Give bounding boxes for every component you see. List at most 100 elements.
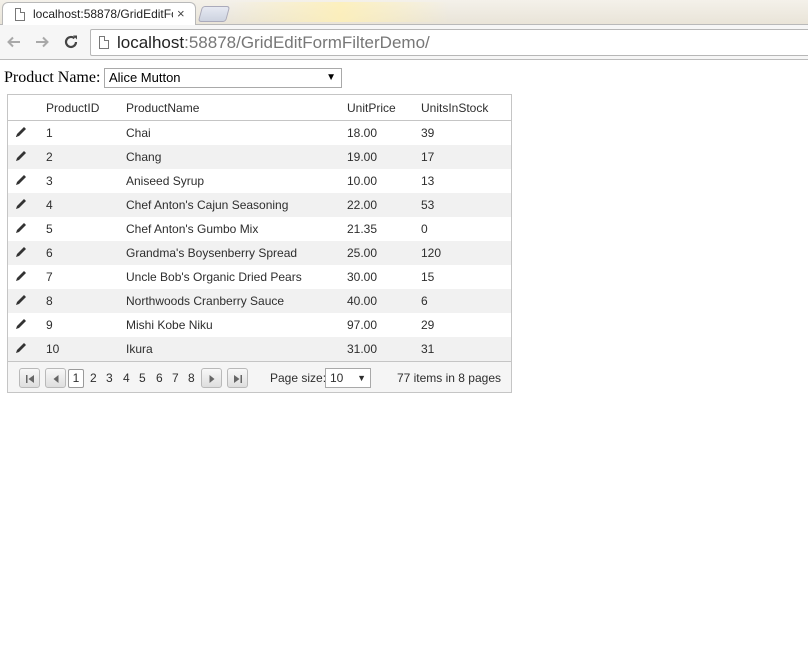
cell-productname: Chai	[126, 126, 151, 140]
cell-productid: 5	[46, 222, 53, 236]
edit-pencil-icon[interactable]	[14, 317, 28, 331]
cell-productname: Chef Anton's Cajun Seasoning	[126, 198, 289, 212]
cell-unitsinstock: 0	[421, 222, 428, 236]
previous-page-button[interactable]	[45, 368, 66, 388]
header-unitsinstock[interactable]: UnitsInStock	[421, 101, 488, 115]
first-page-button[interactable]	[19, 368, 40, 388]
grid-header: ProductID ProductName UnitPrice UnitsInS…	[8, 95, 511, 121]
table-row: 4 Chef Anton's Cajun Seasoning 22.00 53	[8, 193, 511, 217]
cell-productid: 2	[46, 150, 53, 164]
edit-pencil-icon[interactable]	[14, 173, 28, 187]
new-tab-button[interactable]	[197, 6, 231, 22]
cell-unitprice: 30.00	[347, 270, 378, 284]
cell-productname: Ikura	[126, 342, 153, 356]
cell-productname: Chef Anton's Gumbo Mix	[126, 222, 259, 236]
cell-unitsinstock: 39	[421, 126, 435, 140]
edit-pencil-icon[interactable]	[14, 269, 28, 283]
edit-pencil-icon[interactable]	[14, 125, 28, 139]
cell-productid: 9	[46, 318, 53, 332]
cell-unitsinstock: 53	[421, 198, 435, 212]
header-unitprice[interactable]: UnitPrice	[347, 101, 396, 115]
page-number[interactable]: 2	[90, 371, 97, 385]
cell-unitprice: 40.00	[347, 294, 378, 308]
page-number[interactable]: 7	[172, 371, 179, 385]
next-page-button[interactable]	[201, 368, 222, 388]
next-page-icon	[209, 375, 215, 383]
filter-selected-value: Alice Mutton	[109, 70, 181, 85]
cell-unitprice: 10.00	[347, 174, 378, 188]
first-page-icon	[26, 375, 34, 383]
grid-pager: 1 2 3 4 5 6 7 8 Page size: 10 ▼ 77 items…	[8, 361, 511, 392]
cell-productid: 10	[46, 342, 60, 356]
cell-productname: Aniseed Syrup	[126, 174, 205, 188]
cell-unitsinstock: 17	[421, 150, 435, 164]
edit-pencil-icon[interactable]	[14, 341, 28, 355]
cell-unitsinstock: 31	[421, 342, 435, 356]
dropdown-arrow-icon: ▼	[326, 72, 336, 83]
tab-title: localhost:58878/GridEditFo	[33, 7, 173, 21]
address-url: localhost:58878/GridEditFormFilterDemo/	[117, 33, 430, 53]
page-number[interactable]: 6	[156, 371, 163, 385]
page-icon	[15, 8, 25, 21]
address-bar[interactable]: localhost:58878/GridEditFormFilterDemo/	[90, 29, 808, 56]
cell-unitprice: 97.00	[347, 318, 378, 332]
tab-close-icon[interactable]: ×	[177, 6, 185, 21]
edit-pencil-icon[interactable]	[14, 149, 28, 163]
edit-pencil-icon[interactable]	[14, 293, 28, 307]
tabstrip-background-glow	[230, 2, 450, 22]
cell-unitsinstock: 120	[421, 246, 442, 260]
browser-tab[interactable]: localhost:58878/GridEditFo ×	[2, 2, 196, 26]
pager-info: 77 items in 8 pages	[396, 371, 501, 385]
url-path: :58878/GridEditFormFilterDemo/	[184, 33, 430, 52]
table-row: 6 Grandma's Boysenberry Spread 25.00 120	[8, 241, 511, 265]
back-arrow-icon[interactable]	[3, 31, 25, 53]
table-row: 10 Ikura 31.00 31	[8, 337, 511, 361]
cell-productid: 4	[46, 198, 53, 212]
page-number[interactable]: 5	[139, 371, 146, 385]
table-row: 2 Chang 19.00 17	[8, 145, 511, 169]
header-productid[interactable]: ProductID	[46, 101, 99, 115]
reload-icon[interactable]	[60, 31, 82, 53]
table-row: 5 Chef Anton's Gumbo Mix 21.35 0	[8, 217, 511, 241]
url-host: localhost	[117, 33, 185, 52]
cell-productname: Grandma's Boysenberry Spread	[126, 246, 298, 260]
cell-unitsinstock: 29	[421, 318, 435, 332]
cell-productname: Chang	[126, 150, 162, 164]
cell-productid: 3	[46, 174, 53, 188]
cell-unitprice: 25.00	[347, 246, 378, 260]
cell-productid: 7	[46, 270, 53, 284]
cell-productname: Mishi Kobe Niku	[126, 318, 213, 332]
page-size-label: Page size:	[270, 371, 327, 385]
forward-arrow-icon[interactable]	[31, 31, 53, 53]
cell-productid: 1	[46, 126, 53, 140]
cell-unitsinstock: 15	[421, 270, 435, 284]
cell-unitprice: 22.00	[347, 198, 378, 212]
page-number[interactable]: 8	[188, 371, 195, 385]
page-number[interactable]: 4	[123, 371, 130, 385]
previous-page-icon	[53, 375, 59, 383]
table-row: 9 Mishi Kobe Niku 97.00 29	[8, 313, 511, 337]
cell-productid: 8	[46, 294, 53, 308]
table-row: 3 Aniseed Syrup 10.00 13	[8, 169, 511, 193]
last-page-button[interactable]	[227, 368, 248, 388]
filter-label: Product Name:	[4, 69, 101, 86]
cell-unitprice: 19.00	[347, 150, 378, 164]
edit-pencil-icon[interactable]	[14, 245, 28, 259]
cell-unitprice: 31.00	[347, 342, 378, 356]
page-number[interactable]: 3	[106, 371, 113, 385]
table-row: 8 Northwoods Cranberry Sauce 40.00 6	[8, 289, 511, 313]
cell-productid: 6	[46, 246, 53, 260]
browser-tabstrip: localhost:58878/GridEditFo ×	[0, 0, 808, 26]
page-icon	[99, 36, 109, 49]
page-size-select[interactable]: 10 ▼	[325, 368, 371, 388]
cell-unitprice: 21.35	[347, 222, 378, 236]
cell-productname: Uncle Bob's Organic Dried Pears	[126, 270, 302, 284]
page-number-current[interactable]: 1	[68, 369, 84, 388]
table-row: 1 Chai 18.00 39	[8, 121, 511, 145]
table-row: 7 Uncle Bob's Organic Dried Pears 30.00 …	[8, 265, 511, 289]
cell-unitprice: 18.00	[347, 126, 378, 140]
edit-pencil-icon[interactable]	[14, 221, 28, 235]
header-productname[interactable]: ProductName	[126, 101, 199, 115]
edit-pencil-icon[interactable]	[14, 197, 28, 211]
product-name-select[interactable]: Alice Mutton ▼	[104, 68, 342, 88]
